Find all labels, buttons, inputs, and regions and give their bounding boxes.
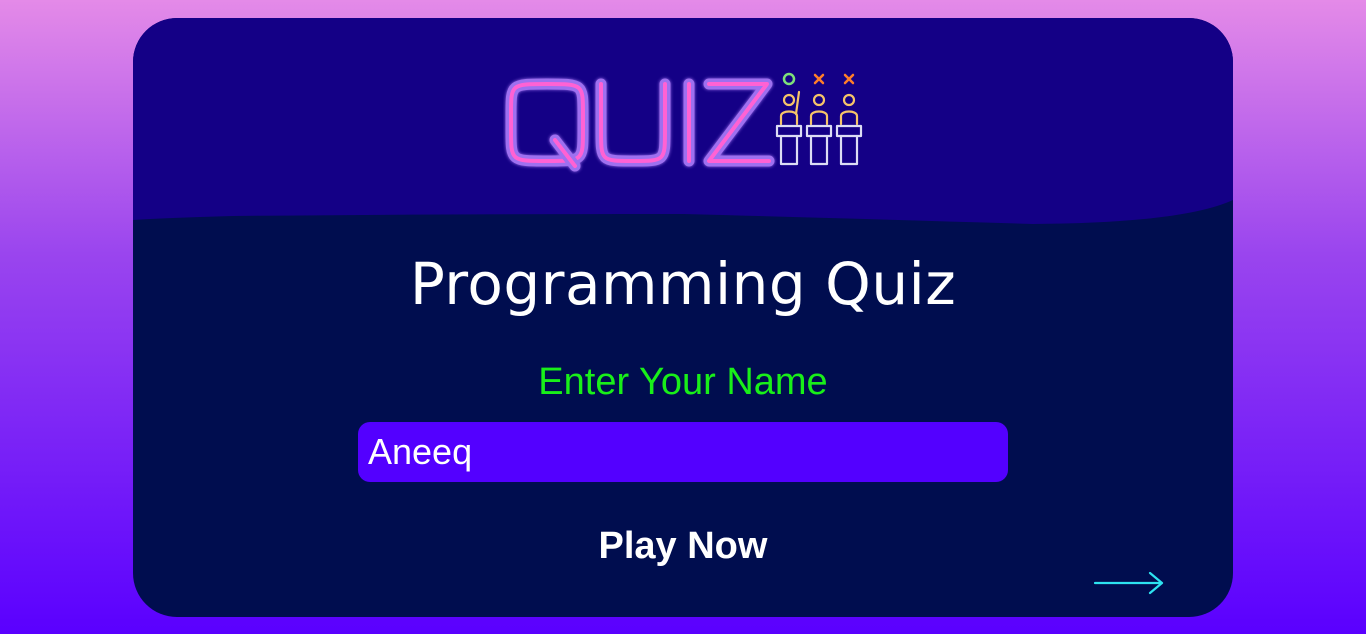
name-field-label: Enter Your Name	[538, 361, 828, 403]
play-now-button[interactable]: Play Now	[533, 521, 833, 571]
quiz-logo-text	[505, 78, 775, 172]
page-title: Programming Quiz	[409, 250, 957, 318]
quiz-card: Programming Quiz Enter Your Name Play No…	[133, 18, 1233, 617]
arrow-right-icon[interactable]	[1093, 570, 1167, 596]
name-input[interactable]	[358, 422, 1008, 482]
quiz-podium-contestants-icon	[775, 72, 863, 166]
quiz-logo	[505, 72, 863, 172]
